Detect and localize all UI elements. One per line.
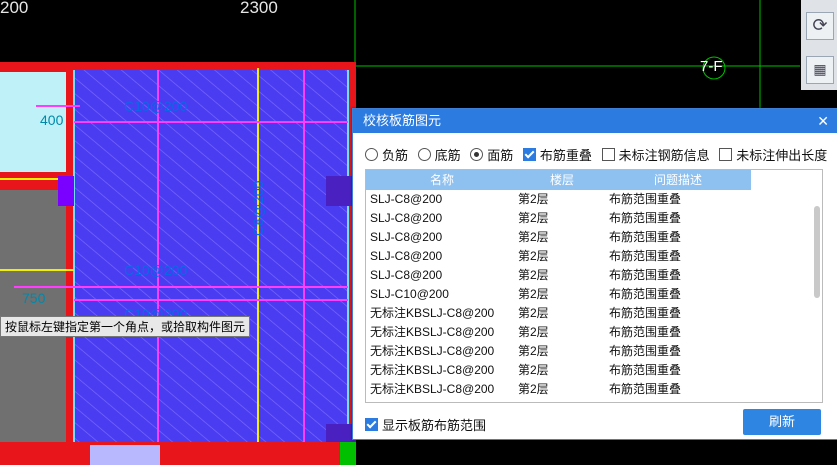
- check-dialog: 校核板筋图元 ✕ 负筋 底筋 面筋 布筋重叠 未标注钢筋信息 未标注伸出长度 名…: [352, 108, 837, 440]
- cell-floor: 第2层: [518, 382, 549, 396]
- filter-options: 负筋 底筋 面筋 布筋重叠 未标注钢筋信息 未标注伸出长度: [365, 145, 833, 164]
- table-row[interactable]: SLJ-C8@200 第2层 布筋范围重叠: [366, 228, 822, 247]
- refresh-button[interactable]: 刷新: [743, 409, 821, 435]
- cell-desc: 布筋范围重叠: [609, 249, 682, 263]
- radio-bottom[interactable]: 底筋: [417, 145, 461, 164]
- radio-negative[interactable]: 负筋: [365, 145, 408, 164]
- table-row[interactable]: SLJ-C8@200 第2层 布筋范围重叠: [366, 209, 822, 228]
- column-header-desc[interactable]: 问题描述: [654, 170, 702, 190]
- table-row[interactable]: SLJ-C8@200 第2层 布筋范围重叠: [366, 190, 822, 209]
- table-row[interactable]: SLJ-C8@200 第2层 布筋范围重叠: [366, 266, 822, 285]
- cell-name: SLJ-C8@200: [370, 268, 443, 282]
- cell-desc: 布筋范围重叠: [609, 192, 682, 206]
- radio-top[interactable]: 面筋: [470, 145, 513, 164]
- cell-floor: 第2层: [518, 363, 549, 377]
- cell-floor: 第2层: [518, 230, 549, 244]
- cell-floor: 第2层: [518, 268, 549, 282]
- right-toolbar: ⟳ ▦: [801, 0, 837, 90]
- dim-750: 750: [22, 290, 46, 306]
- show-range-option[interactable]: 显示板筋布筋范围: [365, 415, 486, 434]
- cell-floor: 第2层: [518, 211, 549, 225]
- cell-desc: 布筋范围重叠: [609, 325, 682, 339]
- cell-floor: 第2层: [518, 325, 549, 339]
- cell-name: SLJ-C8@200: [370, 211, 443, 225]
- table-row[interactable]: 无标注KBSLJ-C8@200 第2层 布筋范围重叠: [366, 342, 822, 361]
- table-body: SLJ-C8@200 第2层 布筋范围重叠 SLJ-C8@200 第2层 布筋范围重叠 SL…: [366, 190, 822, 399]
- scrollbar[interactable]: [814, 206, 820, 298]
- checkbox-icon: [719, 148, 733, 161]
- cell-name: 无标注KBSLJ-C8@200: [370, 306, 495, 320]
- table-row[interactable]: SLJ-C10@200 第2层 布筋范围重叠: [366, 285, 822, 304]
- axis-label: 7-F: [700, 58, 723, 75]
- radio-icon: [417, 148, 431, 161]
- cell-desc: 布筋范围重叠: [609, 230, 682, 244]
- cell-name: 无标注KBSLJ-C8@200: [370, 344, 495, 358]
- dialog-title: 校核板筋图元: [363, 113, 442, 128]
- check-missing-length[interactable]: 未标注伸出长度: [719, 145, 827, 164]
- checkbox-icon: [365, 418, 378, 431]
- table-header: 名称 楼层 问题描述: [366, 170, 751, 190]
- rebar-label: C10@200: [124, 262, 188, 278]
- cell-name: 无标注KBSLJ-C8@200: [370, 382, 495, 396]
- show-range-label: 显示板筋布筋范围: [382, 418, 487, 433]
- refresh-icon[interactable]: ⟳: [806, 12, 834, 40]
- table-row[interactable]: 无标注KBSLJ-C8@200 第2层 布筋范围重叠: [366, 323, 822, 342]
- table-row[interactable]: 无标注KBSLJ-C8@200 第2层 布筋范围重叠: [366, 380, 822, 399]
- issue-table: 名称 楼层 问题描述 SLJ-C8@200 第2层 布筋范围重叠 SLJ-C8@200…: [365, 169, 823, 403]
- dim-2300: 2300: [240, 0, 278, 17]
- column-header-floor[interactable]: 楼层: [550, 170, 574, 190]
- cell-name: SLJ-C8@200: [370, 230, 443, 244]
- cell-name: 无标注KBSLJ-C8@200: [370, 363, 495, 377]
- dim-400: 400: [40, 112, 64, 128]
- cell-desc: 布筋范围重叠: [609, 382, 682, 396]
- cell-floor: 第2层: [518, 287, 549, 301]
- check-missing-info[interactable]: 未标注钢筋信息: [601, 145, 710, 164]
- checkbox-icon: [522, 148, 536, 161]
- cell-floor: 第2层: [518, 306, 549, 320]
- cell-desc: 布筋范围重叠: [609, 211, 682, 225]
- cell-name: SLJ-C10@200: [370, 287, 449, 301]
- dialog-titlebar[interactable]: 校核板筋图元 ✕: [353, 109, 837, 133]
- cell-name: SLJ-C8@200: [370, 192, 443, 206]
- cell-floor: 第2层: [518, 192, 549, 206]
- table-row[interactable]: 无标注KBSLJ-C8@200 第2层 布筋范围重叠: [366, 304, 822, 323]
- command-tip: 按鼠标左键指定第一个角点，或拾取构件图元: [0, 316, 251, 337]
- cell-desc: 布筋范围重叠: [609, 287, 682, 301]
- cell-desc: 布筋范围重叠: [609, 344, 682, 358]
- cell-floor: 第2层: [518, 249, 549, 263]
- table-row[interactable]: SLJ-C8@200 第2层 布筋范围重叠: [366, 247, 822, 266]
- cell-desc: 布筋范围重叠: [609, 363, 682, 377]
- cell-floor: 第2层: [518, 344, 549, 358]
- close-icon[interactable]: ✕: [817, 109, 829, 133]
- cell-name: SLJ-C8@200: [370, 249, 443, 263]
- cell-desc: 布筋范围重叠: [609, 306, 682, 320]
- radio-icon: [365, 148, 378, 161]
- grid-icon[interactable]: ▦: [806, 56, 834, 84]
- table-row[interactable]: 无标注KBSLJ-C8@200 第2层 布筋范围重叠: [366, 361, 822, 380]
- dim-200: 200: [0, 0, 29, 17]
- cell-name: 无标注KBSLJ-C8@200: [370, 325, 495, 339]
- cell-desc: 布筋范围重叠: [609, 268, 682, 282]
- radio-icon: [470, 148, 484, 161]
- column-header-name[interactable]: 名称: [430, 170, 454, 190]
- check-overlap[interactable]: 布筋重叠: [522, 145, 592, 164]
- checkbox-icon: [601, 148, 615, 161]
- rebar-label: C10@200: [124, 98, 188, 114]
- rebar-label-vertical: C8@200: [250, 180, 266, 236]
